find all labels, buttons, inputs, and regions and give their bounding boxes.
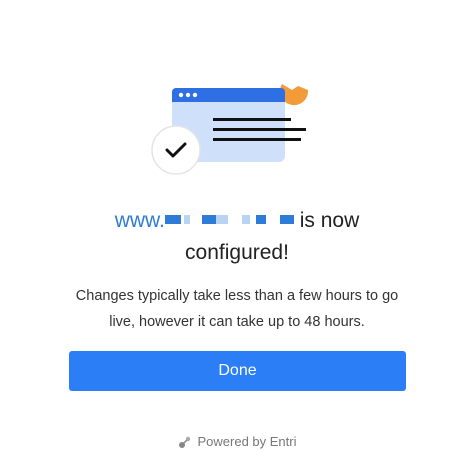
powered-by-text: Powered by Entri [197,434,297,449]
headline-line-2: configured! [185,241,289,264]
description-line-2: live, however it can take up to 48 hours… [109,314,365,330]
redacted-domain-segment [241,214,250,224]
entri-logo-icon [178,436,190,448]
redacted-domain-segment [183,214,190,224]
redacted-domain-segment [215,214,228,224]
success-description: Changes typically take less than a few h… [0,283,474,335]
configuration-success-page: www. is now configured! Changes typicall… [0,0,474,461]
configured-domain: www. [115,209,294,232]
headline-line-1: www. is now [0,205,474,237]
success-headline: www. is now configured! [0,205,474,269]
browser-checkmark-illustration [151,84,309,175]
redacted-domain-segment [279,214,294,224]
redacted-domain-segment [255,214,266,224]
redacted-domain-segment [201,214,216,224]
redacted-domain-segment [164,214,181,224]
headline-suffix: is now [293,209,360,232]
done-button[interactable]: Done [69,351,406,391]
description-line-1: Changes typically take less than a few h… [75,288,399,304]
powered-by-footer[interactable]: Powered by Entri [0,434,474,449]
